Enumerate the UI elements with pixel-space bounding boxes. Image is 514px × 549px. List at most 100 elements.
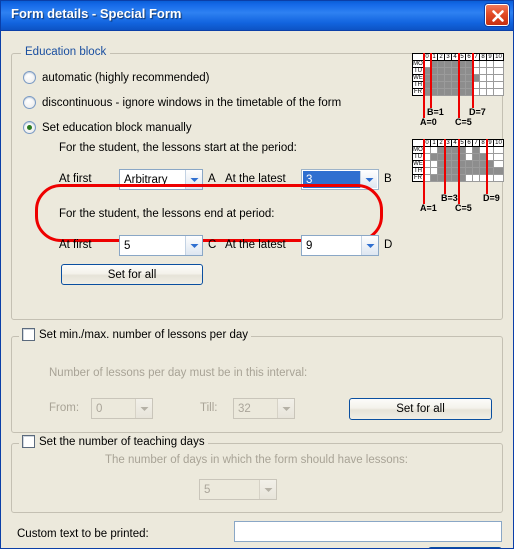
radio-manual[interactable]: Set education block manually (23, 121, 192, 134)
radio-automatic[interactable]: automatic (highly recommended) (23, 71, 209, 84)
timetable-cell[interactable] (493, 88, 504, 96)
teaching-days-value: 5 (204, 483, 211, 496)
custom-text-input[interactable] (234, 521, 502, 542)
timetable-cell[interactable] (444, 81, 452, 89)
minmax-checkbox[interactable]: Set min./max. number of lessons per day (19, 328, 252, 341)
lessons-end-caption: For the student, the lessons end at peri… (59, 208, 275, 220)
timetable-cell[interactable] (430, 174, 438, 182)
timetable-cell[interactable] (437, 81, 445, 89)
chevron-down-icon[interactable] (185, 236, 202, 255)
timetable-cell[interactable] (437, 60, 445, 68)
end-at-latest-value: 9 (306, 239, 313, 252)
timetable-cell[interactable] (465, 174, 473, 182)
timetable-cell[interactable] (437, 74, 445, 82)
timetable-cell[interactable] (430, 167, 438, 175)
teaching-days-checkbox-indicator[interactable] (22, 435, 35, 448)
close-icon[interactable] (485, 4, 509, 26)
chevron-down-icon[interactable] (259, 480, 276, 499)
minmax-from-value: 0 (96, 402, 103, 415)
timetable-cell[interactable] (493, 174, 504, 182)
minmax-till-combo[interactable]: 32 (233, 398, 295, 419)
timetable-cell[interactable] (493, 146, 504, 154)
chevron-down-icon[interactable] (277, 399, 294, 418)
timetable-cell[interactable] (472, 167, 480, 175)
radio-discontinuous[interactable]: discontinuous - ignore windows in the ti… (23, 96, 341, 109)
end-at-first-label: At first (59, 239, 92, 251)
timetable-day-label: FR (412, 174, 424, 182)
minmax-from-combo[interactable]: 0 (91, 398, 153, 419)
start-at-latest-value: 3 (303, 171, 360, 188)
end-at-first-marker: C (208, 239, 217, 251)
start-at-first-combo[interactable]: Arbitrary (119, 169, 203, 190)
timetable-cell[interactable] (472, 153, 480, 161)
timetable-grid: 0 1 2 3 4 5 6 7 8 9 10 MO TU WE TH FR A=0 B=1 C=5 D=7 (412, 53, 504, 127)
education-block-legend: Education block (21, 46, 111, 58)
radio-manual-indicator[interactable] (23, 121, 36, 134)
timetable-day-label: TU (412, 153, 424, 161)
teaching-days-combo[interactable]: 5 (199, 479, 277, 500)
timetable-cell[interactable] (465, 167, 473, 175)
timetable-cell[interactable] (437, 67, 445, 75)
timetable-day-label: WE (412, 74, 424, 82)
window-title: Form details - Special Form (11, 6, 182, 21)
timetable-cell[interactable] (472, 146, 480, 154)
teaching-days-checkbox[interactable]: Set the number of teaching days (19, 435, 208, 448)
timetable-cell[interactable] (486, 74, 494, 82)
minmax-till-label: Till: (200, 402, 218, 414)
set-for-all-minmax-button[interactable]: Set for all (349, 398, 492, 420)
timetable-cell[interactable] (444, 67, 452, 75)
timetable-marker-label: C=5 (455, 117, 472, 127)
timetable-cell[interactable] (465, 146, 473, 154)
end-at-first-combo[interactable]: 5 (119, 235, 203, 256)
timetable-cell[interactable] (430, 146, 438, 154)
timetable-cell[interactable] (479, 60, 487, 68)
timetable-cell[interactable] (472, 160, 480, 168)
timetable-cell[interactable] (493, 153, 504, 161)
timetable-marker-line (472, 53, 474, 108)
minmax-checkbox-indicator[interactable] (22, 328, 35, 341)
timetable-marker-line (458, 139, 460, 204)
timetable-cell[interactable] (493, 60, 504, 68)
radio-manual-label: Set education block manually (42, 121, 192, 134)
timetable-cell[interactable] (444, 74, 452, 82)
timetable-marker-line (486, 139, 488, 194)
radio-discontinuous-indicator[interactable] (23, 96, 36, 109)
chevron-down-icon[interactable] (185, 170, 202, 189)
chevron-down-icon[interactable] (135, 399, 152, 418)
timetable-cell[interactable] (444, 60, 452, 68)
timetable-cell[interactable] (486, 67, 494, 75)
timetable-cell[interactable] (444, 88, 452, 96)
timetable-cell[interactable] (465, 153, 473, 161)
timetable-marker-label: B=3 (441, 193, 458, 203)
timetable-cell[interactable] (493, 74, 504, 82)
timetable-cell[interactable] (479, 88, 487, 96)
timetable-cell[interactable] (486, 81, 494, 89)
timetable-cell[interactable] (472, 174, 480, 182)
timetable-day-label: MO (412, 60, 424, 68)
chevron-down-icon[interactable] (361, 236, 378, 255)
timetable-day-label: TH (412, 167, 424, 175)
timetable-cell[interactable] (493, 167, 504, 175)
timetable-marker-label: B=1 (427, 107, 444, 117)
timetable-cell[interactable] (430, 153, 438, 161)
timetable-day-label: WE (412, 160, 424, 168)
timetable-cell[interactable] (479, 67, 487, 75)
timetable-cell[interactable] (479, 74, 487, 82)
timetable-cell[interactable] (493, 67, 504, 75)
timetable-cell[interactable] (479, 81, 487, 89)
timetable-cell[interactable] (486, 60, 494, 68)
start-at-first-value: Arbitrary (124, 173, 168, 186)
timetable-cell[interactable] (430, 160, 438, 168)
timetable-cell[interactable] (493, 81, 504, 89)
timetable-cell[interactable] (465, 160, 473, 168)
chevron-down-icon[interactable] (360, 171, 377, 188)
set-for-all-education-button[interactable]: Set for all (61, 264, 203, 285)
timetable-column-header: 6 (465, 139, 473, 147)
title-bar: Form details - Special Form (1, 1, 513, 31)
end-at-latest-combo[interactable]: 9 (301, 235, 379, 256)
timetable-cell[interactable] (493, 160, 504, 168)
radio-automatic-indicator[interactable] (23, 71, 36, 84)
timetable-cell[interactable] (486, 88, 494, 96)
start-at-latest-combo[interactable]: 3 (301, 169, 379, 190)
timetable-cell[interactable] (437, 88, 445, 96)
